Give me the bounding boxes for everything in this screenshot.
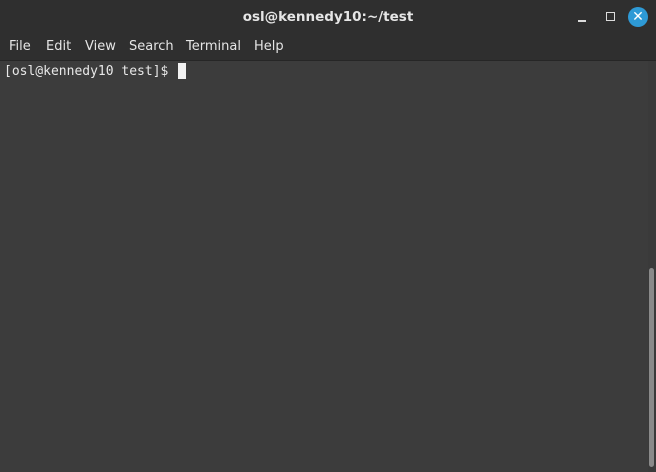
menu-search[interactable]: Search — [129, 34, 174, 60]
menu-view[interactable]: View — [85, 34, 116, 60]
terminal-window: osl@kennedy10:~/test ✕ File Edit View Se… — [0, 0, 656, 472]
vertical-scrollbar-thumb[interactable] — [649, 268, 654, 467]
text-cursor — [178, 63, 186, 79]
minimize-icon — [578, 20, 586, 22]
window-title: osl@kennedy10:~/test — [242, 9, 414, 25]
menu-file[interactable]: File — [9, 34, 31, 60]
close-icon: ✕ — [632, 9, 644, 25]
close-button[interactable]: ✕ — [628, 7, 648, 27]
shell-prompt: [osl@kennedy10 test]$ — [4, 64, 177, 79]
minimize-button[interactable] — [572, 7, 592, 27]
terminal-output-area[interactable]: [osl@kennedy10 test]$ — [0, 61, 648, 472]
menu-terminal[interactable]: Terminal — [186, 34, 241, 60]
menu-bar: File Edit View Search Terminal Help — [0, 34, 656, 61]
menu-help[interactable]: Help — [254, 34, 284, 60]
maximize-icon — [606, 12, 615, 21]
maximize-button[interactable] — [600, 7, 620, 27]
menu-edit[interactable]: Edit — [46, 34, 71, 60]
title-bar[interactable]: osl@kennedy10:~/test ✕ — [0, 0, 656, 34]
